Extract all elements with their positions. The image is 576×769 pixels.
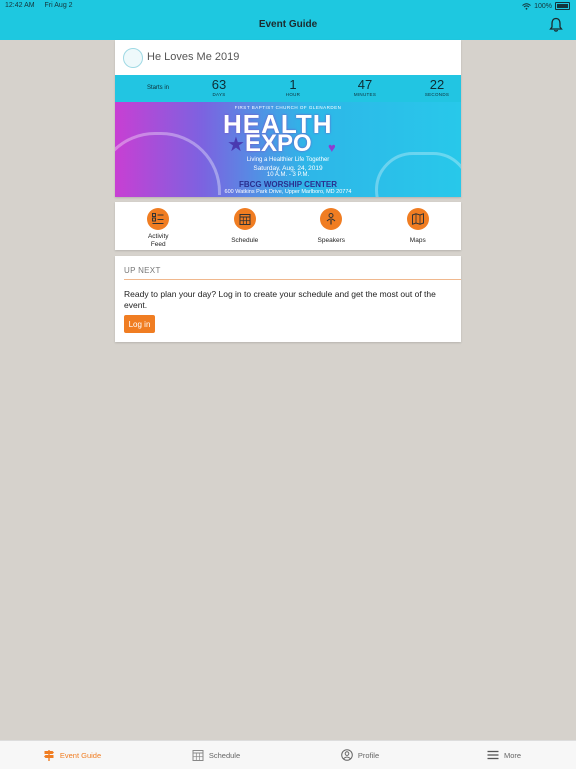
- event-card: He Loves Me 2019 Starts in 63 DAYS 1 HOU…: [115, 40, 461, 197]
- menu-icon: [487, 750, 499, 760]
- shortcut-maps[interactable]: Maps: [375, 202, 462, 250]
- countdown-label: SECONDS: [424, 92, 450, 97]
- tab-bar: Event Guide Schedule Profile More: [0, 740, 576, 769]
- countdown-days: 63 DAYS: [199, 77, 239, 98]
- countdown-value: 63: [211, 77, 227, 92]
- page-title: Event Guide: [258, 19, 318, 30]
- tab-event-guide[interactable]: Event Guide: [0, 741, 144, 769]
- countdown-label: HOUR: [285, 92, 301, 97]
- shortcut-schedule[interactable]: Schedule: [202, 202, 289, 250]
- countdown-minutes: 47 MINUTES: [345, 77, 385, 98]
- event-name: He Loves Me 2019: [147, 51, 240, 63]
- banner-title-expo: EXPO: [245, 130, 312, 157]
- microphone-icon: [320, 208, 343, 230]
- map-icon: [406, 208, 429, 230]
- up-next-heading: UP NEXT: [124, 266, 161, 275]
- shortcut-label-line2: Feed: [150, 241, 166, 248]
- shortcut-label: Speakers: [317, 237, 345, 244]
- countdown-hours: 1 HOUR: [273, 77, 313, 98]
- event-logo: [123, 48, 143, 68]
- calendar-icon: [233, 208, 256, 230]
- event-header: He Loves Me 2019: [115, 40, 461, 75]
- banner-venue: FBCG WORSHIP CENTER: [238, 180, 338, 189]
- countdown-value: 47: [357, 77, 373, 92]
- wifi-icon: [522, 2, 531, 10]
- tab-label: Profile: [357, 750, 380, 760]
- nav-bar: Event Guide: [0, 12, 576, 40]
- shortcut-label: Schedule: [231, 237, 259, 244]
- banner-address: 600 Watkins Park Drive, Upper Marlboro, …: [224, 189, 352, 195]
- status-bar: 12:42 AM Fri Aug 2 100%: [0, 0, 576, 12]
- bell-icon[interactable]: [548, 17, 564, 33]
- tab-schedule[interactable]: Schedule: [144, 741, 288, 769]
- tab-profile[interactable]: Profile: [288, 741, 432, 769]
- up-next-card: UP NEXT Ready to plan your day? Log in t…: [115, 256, 461, 342]
- shortcut-speakers[interactable]: Speakers: [288, 202, 375, 250]
- status-date: Fri Aug 2: [44, 2, 73, 9]
- banner-tagline: Living a Healthier Life Together: [246, 157, 330, 163]
- calendar-icon: [192, 750, 204, 761]
- shortcut-row: Activity Feed Schedule Speakers Maps: [115, 202, 461, 250]
- countdown-label: DAYS: [212, 92, 226, 97]
- event-banner: FIRST BAPTIST CHURCH OF GLENARDEN HEALTH…: [115, 102, 461, 197]
- list-icon: [147, 208, 170, 230]
- banner-date: Saturday, Aug. 24, 2019: [253, 165, 323, 172]
- heart-icon: ♥: [328, 140, 336, 155]
- countdown-value: 1: [289, 77, 297, 92]
- up-next-message: Ready to plan your day? Log in to create…: [124, 289, 436, 310]
- countdown-label: MINUTES: [353, 92, 377, 97]
- banner-time: 10 A.M. - 3 P.M.: [266, 172, 310, 178]
- divider: [124, 279, 461, 280]
- shortcut-activity-feed[interactable]: Activity Feed: [115, 202, 202, 250]
- shortcut-label: Maps: [409, 237, 426, 244]
- login-button[interactable]: Log in: [124, 315, 155, 333]
- battery-percent: 100%: [534, 2, 552, 10]
- countdown-bar: Starts in 63 DAYS 1 HOUR 47 MINUTES 22 S…: [115, 75, 461, 102]
- countdown-value: 22: [429, 77, 445, 92]
- profile-icon: [341, 749, 353, 761]
- countdown-seconds: 22 SECONDS: [417, 77, 457, 98]
- tab-more[interactable]: More: [432, 741, 576, 769]
- signpost-icon: [43, 750, 54, 761]
- star-icon: ★: [227, 134, 245, 156]
- shortcut-label: Activity Feed: [115, 233, 202, 249]
- tab-label: Event Guide: [59, 750, 102, 760]
- shortcut-label-line1: Activity: [147, 233, 169, 240]
- status-time: 12:42 AM: [5, 2, 35, 9]
- battery-icon: [555, 2, 570, 10]
- countdown-starts-label: Starts in: [147, 85, 170, 91]
- tab-label: Schedule: [208, 750, 241, 760]
- tab-label: More: [503, 750, 522, 760]
